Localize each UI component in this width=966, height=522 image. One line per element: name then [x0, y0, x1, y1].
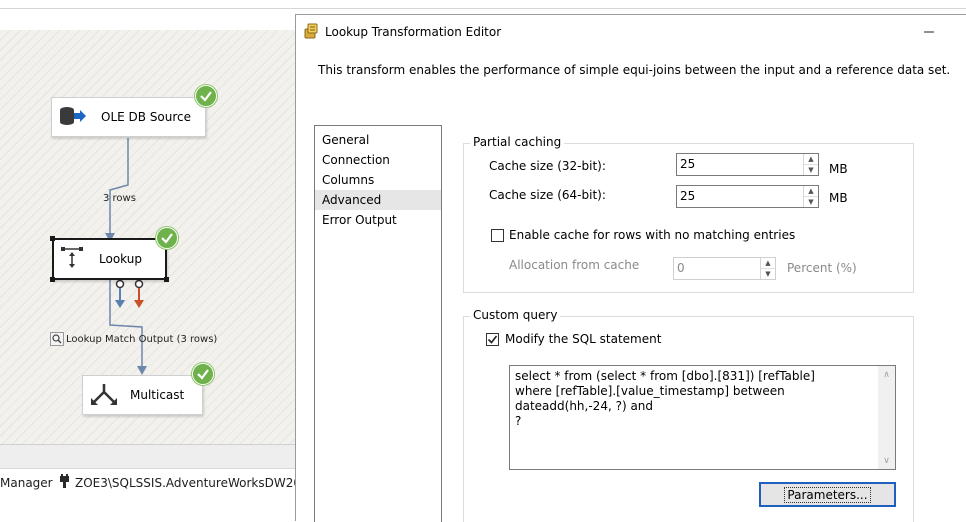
ole-db-source-label: OLE DB Source	[101, 110, 192, 124]
allocation-value: 0	[677, 261, 685, 275]
sql-scrollbar[interactable]: ∧ ∨	[878, 366, 895, 469]
data-viewer-icon	[50, 332, 64, 346]
success-check-icon	[156, 227, 178, 249]
custom-query-legend: Custom query	[470, 308, 561, 322]
success-check-icon	[195, 85, 217, 107]
lookup-match-output-label[interactable]: Lookup Match Output (3 rows)	[50, 332, 217, 346]
spin-down-icon[interactable]: ▼	[761, 268, 775, 279]
multicast-label: Multicast	[130, 388, 185, 402]
allocation-unit: Percent (%)	[787, 261, 857, 275]
sql-statement-textarea[interactable]: select * from (select * from [dbo].[831]…	[509, 365, 896, 470]
multicast-node[interactable]: Multicast	[82, 375, 203, 415]
nav-item-advanced[interactable]: Advanced	[315, 190, 441, 210]
cache-size-64-unit: MB	[829, 191, 848, 205]
allocation-from-cache-label: Allocation from cache	[509, 258, 640, 272]
modify-sql-checkbox[interactable]	[486, 333, 499, 346]
modify-sql-label: Modify the SQL statement	[505, 332, 662, 346]
spin-up-icon[interactable]: ▲	[761, 258, 775, 268]
scroll-up-icon[interactable]: ∧	[878, 366, 895, 383]
data-flow-canvas[interactable]: OLE DB Source 3 rows Lookup Lookup Match…	[0, 30, 295, 444]
spin-down-icon[interactable]: ▼	[804, 164, 818, 175]
error-output-arrow	[134, 300, 144, 308]
enable-cache-label: Enable cache for rows with no matching e…	[509, 228, 796, 242]
cache-size-32-unit: MB	[829, 162, 848, 176]
connection-managers-pane: Manager ZOE3\SQLSSIS.AdventureWorksDW201…	[0, 468, 316, 521]
nav-item-general[interactable]: General	[315, 130, 441, 150]
parameters-button-label: Parameters...	[784, 486, 871, 503]
lookup-transformation-editor-dialog: Lookup Transformation Editor This transf…	[295, 14, 966, 522]
checkmark-icon	[487, 335, 498, 344]
nav-item-connection[interactable]: Connection	[315, 150, 441, 170]
canvas-scroll-area	[0, 444, 295, 468]
minimize-button[interactable]	[919, 24, 939, 38]
transform-app-icon	[304, 23, 320, 42]
cache-size-64-label: Cache size (64-bit):	[489, 188, 606, 202]
allocation-spinner[interactable]: 0 ▲ ▼	[673, 257, 776, 280]
lookup-label: Lookup	[99, 252, 142, 266]
lookup-node[interactable]: Lookup	[50, 236, 169, 282]
connection-manager-heading: Manager	[0, 476, 53, 490]
partial-caching-legend: Partial caching	[470, 135, 565, 149]
spin-up-icon[interactable]: ▲	[804, 186, 818, 196]
database-source-icon	[59, 106, 87, 129]
cache-size-64-spinner[interactable]: 25 ▲ ▼	[676, 185, 819, 208]
scroll-down-icon[interactable]: ∨	[878, 452, 895, 469]
arrow-head	[137, 366, 147, 375]
sql-statement-text: select * from (select * from [dbo].[831]…	[515, 369, 815, 428]
ole-db-source-node[interactable]: OLE DB Source	[51, 97, 206, 137]
spin-up-icon[interactable]: ▲	[804, 154, 818, 164]
flow-row-count: 3 rows	[103, 193, 136, 204]
dialog-titlebar[interactable]: Lookup Transformation Editor	[296, 15, 966, 47]
nav-item-columns[interactable]: Columns	[315, 170, 441, 190]
multicast-icon	[90, 382, 118, 409]
cache-size-64-value: 25	[680, 189, 696, 203]
match-output-arrow	[115, 300, 125, 308]
cache-size-32-label: Cache size (32-bit):	[489, 159, 606, 173]
parameters-button[interactable]: Parameters...	[759, 482, 896, 507]
path-lookup-to-multicast	[109, 280, 143, 370]
dialog-description: This transform enables the performance o…	[318, 63, 951, 77]
top-divider	[0, 8, 966, 9]
enable-cache-checkbox[interactable]	[491, 229, 504, 242]
path-source-to-lookup	[109, 138, 129, 237]
success-check-icon	[192, 363, 214, 385]
nav-item-error-output[interactable]: Error Output	[315, 210, 441, 230]
spin-down-icon[interactable]: ▼	[804, 196, 818, 207]
connection-manager-item[interactable]: ZOE3\SQLSSIS.AdventureWorksDW2017	[59, 474, 316, 491]
dialog-title: Lookup Transformation Editor	[325, 25, 502, 39]
connection-manager-name: ZOE3\SQLSSIS.AdventureWorksDW2017	[75, 475, 317, 490]
connection-plug-icon	[59, 474, 70, 491]
lookup-icon	[59, 244, 85, 275]
page-navigation-list: General Connection Columns Advanced Erro…	[314, 125, 442, 522]
cache-size-32-value: 25	[680, 157, 696, 171]
cache-size-32-spinner[interactable]: 25 ▲ ▼	[676, 153, 819, 176]
